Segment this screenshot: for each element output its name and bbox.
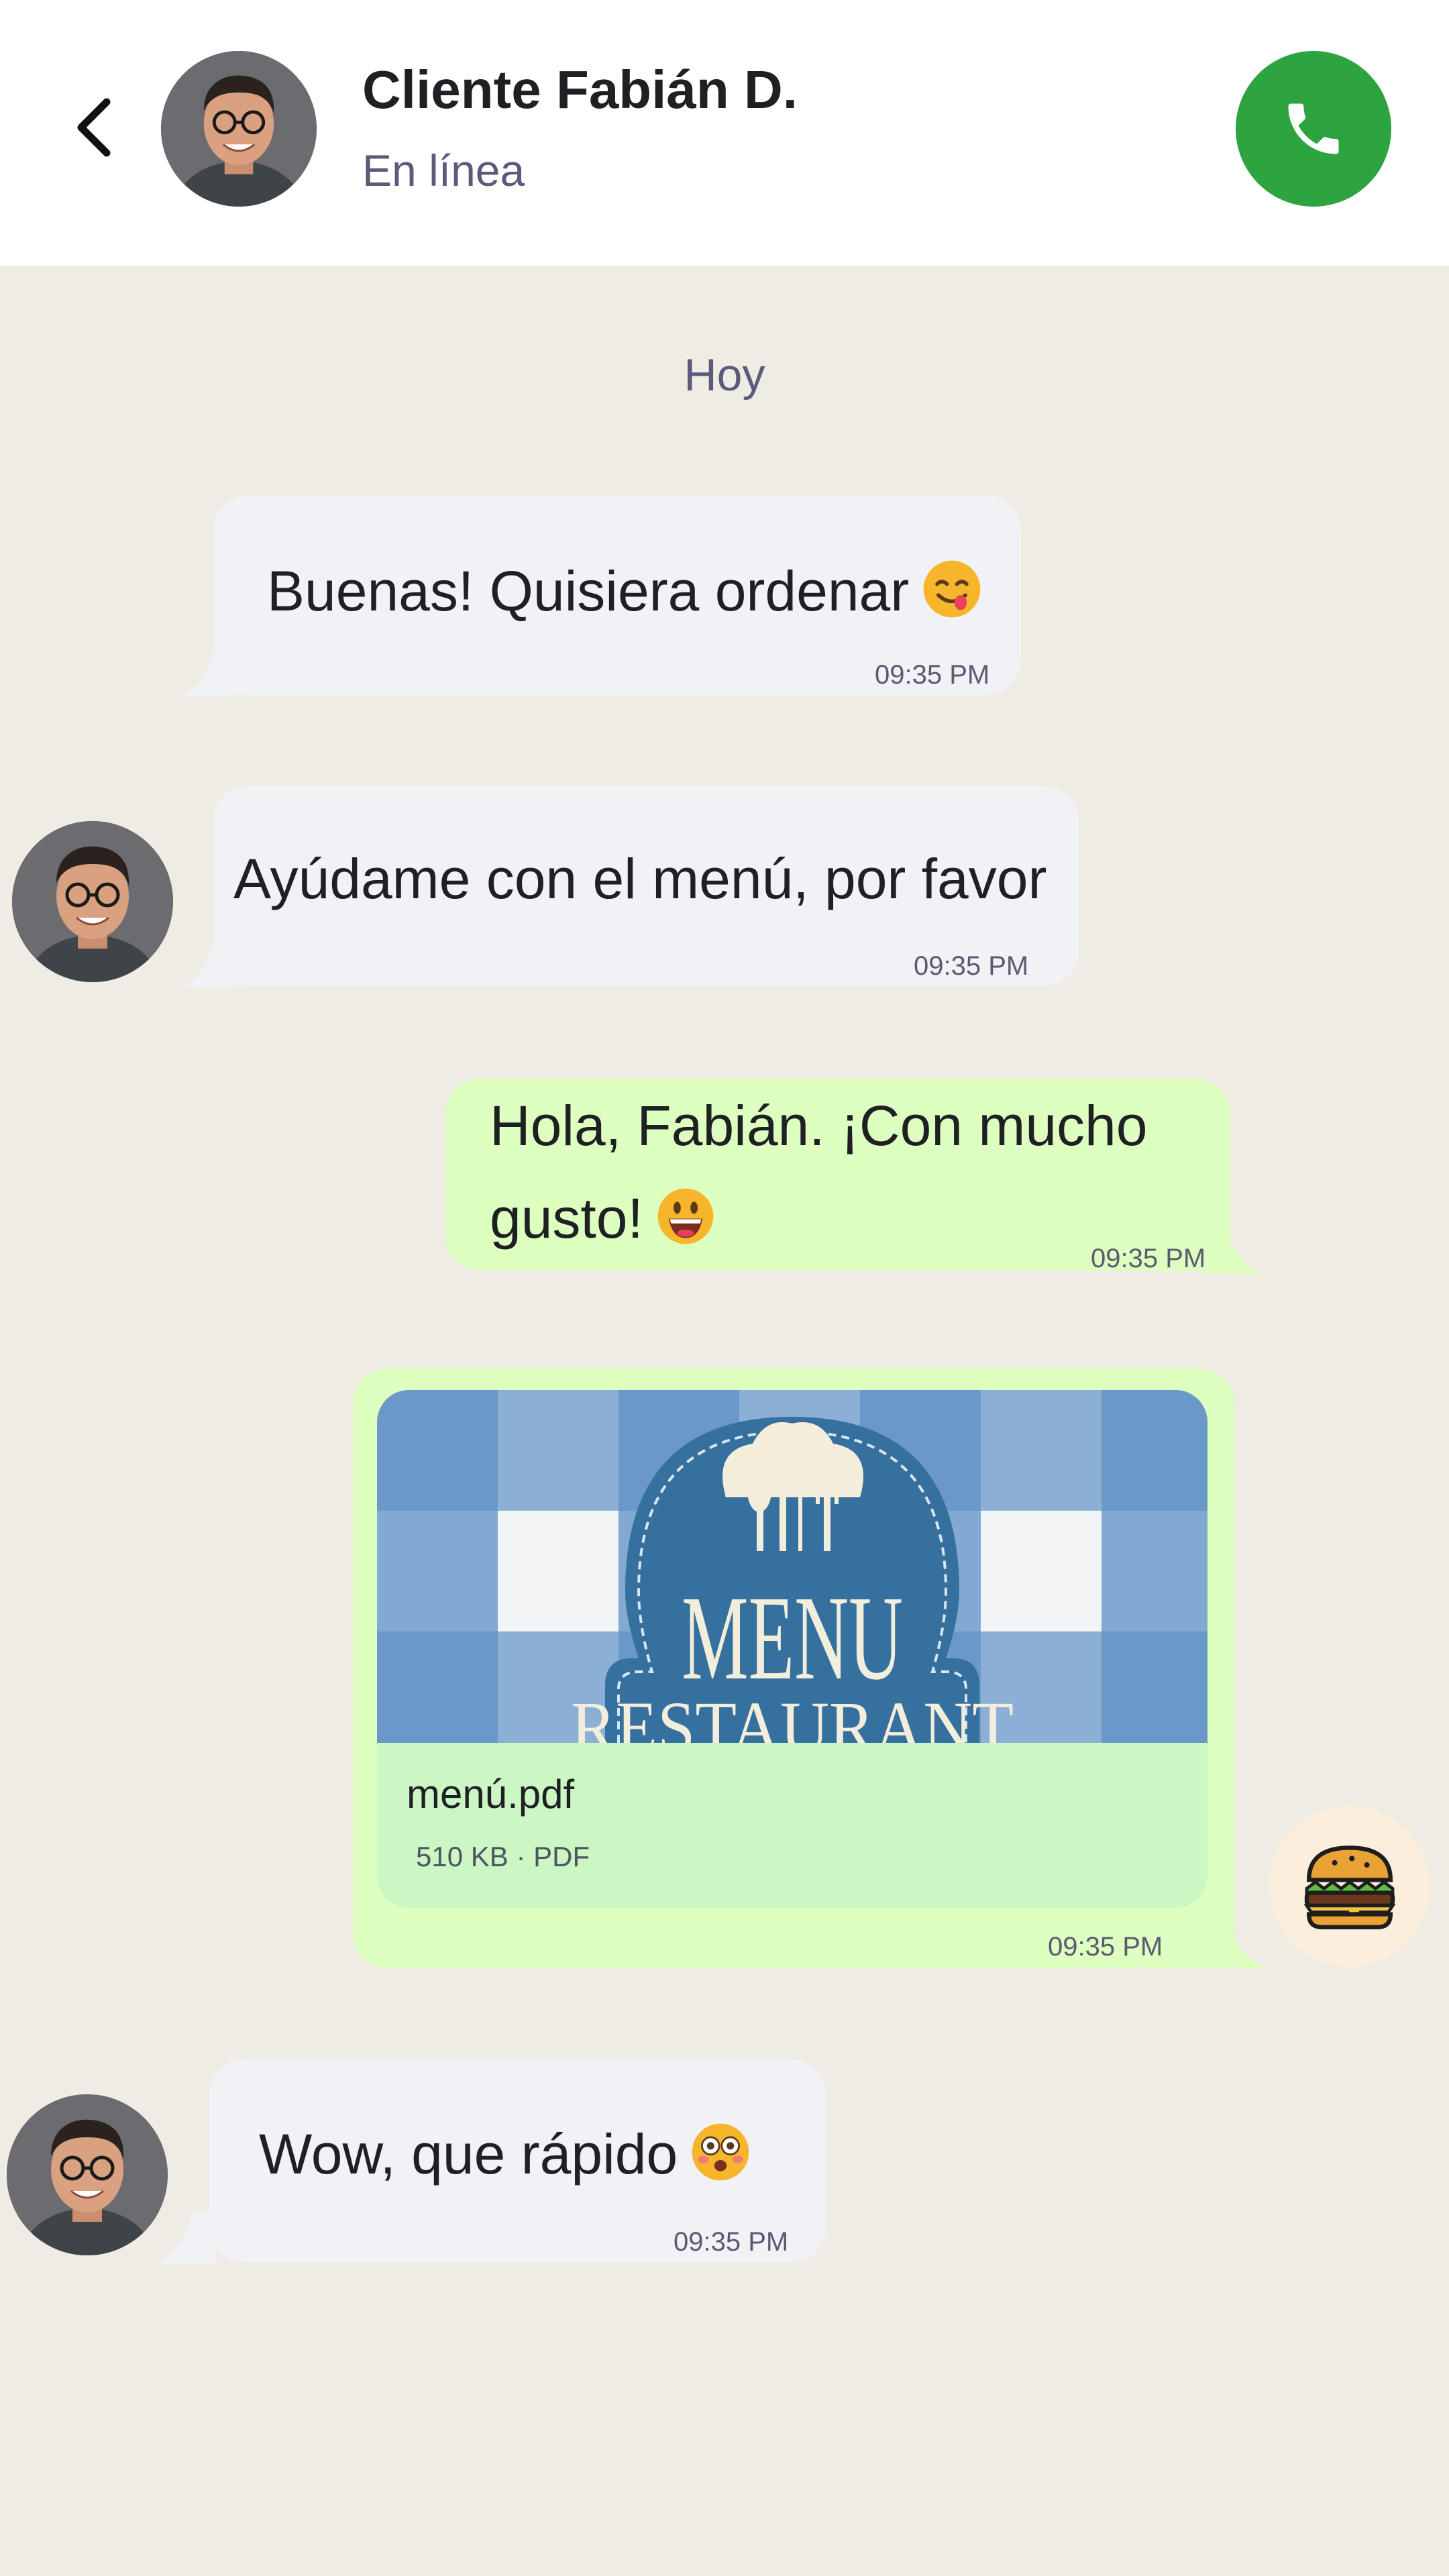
message-time: 09:35 PM [1048,1932,1163,1962]
message-text-line2: gusto! [490,1187,643,1250]
contact-name[interactable]: Cliente Fabián D. [362,59,798,121]
message-time: 09:35 PM [674,2227,789,2257]
message-bubble-incoming[interactable]: Wow, que rápido 09:35 PM [209,2059,826,2262]
bubble-tail [156,2211,216,2263]
sender-avatar[interactable] [12,821,173,982]
menu-thumbnail: MENU RESTAURANT [377,1390,1208,1743]
chevron-left-icon [77,98,111,157]
call-button[interactable] [1236,51,1391,207]
day-separator: Hoy [684,350,765,400]
contact-avatar[interactable] [161,51,317,207]
flushed-face-emoji [690,2121,751,2196]
chat-header: Cliente Fabián D. En línea [0,0,1449,266]
phone-icon [1288,103,1339,154]
menu-thumbnail-subtitle: RESTAURANT [571,1686,1014,1743]
face-savoring-food-emoji [921,558,983,633]
grinning-face-emoji [655,1186,716,1260]
menu-thumbnail-title: MENU [682,1571,903,1705]
file-meta: 510 KB · PDF [416,1841,590,1872]
message-bubble-incoming[interactable]: Buenas! Quisiera ordenar 09:35 PM [213,495,1021,695]
message-time: 09:35 PM [875,660,990,690]
message-text: Wow, que rápido [259,2123,678,2186]
back-button[interactable] [54,87,134,168]
message-text: Buenas! Quisiera ordenar [267,559,910,623]
message-time: 09:35 PM [1091,1244,1206,1273]
hamburger-icon [1303,1845,1396,1929]
sender-avatar[interactable] [7,2094,168,2255]
file-name: menú.pdf [407,1772,575,1817]
message-bubble-incoming[interactable]: Ayúdame con el menú, por favor 09:35 PM [213,786,1079,986]
pdf-attachment[interactable]: MENU RESTAURANT menú.pdf 510 KB · PDF [377,1390,1208,1908]
message-bubble-outgoing[interactable]: Hola, Fabián. ¡Con mucho gusto! 09:35 PM [445,1079,1230,1273]
contact-status: En línea [362,146,525,195]
agent-avatar [1269,1806,1430,1967]
message-time: 09:35 PM [914,951,1029,981]
message-text-line1: Hola, Fabián. ¡Con mucho [490,1094,1148,1157]
message-text: Ayúdame con el menú, por favor [233,847,1047,910]
